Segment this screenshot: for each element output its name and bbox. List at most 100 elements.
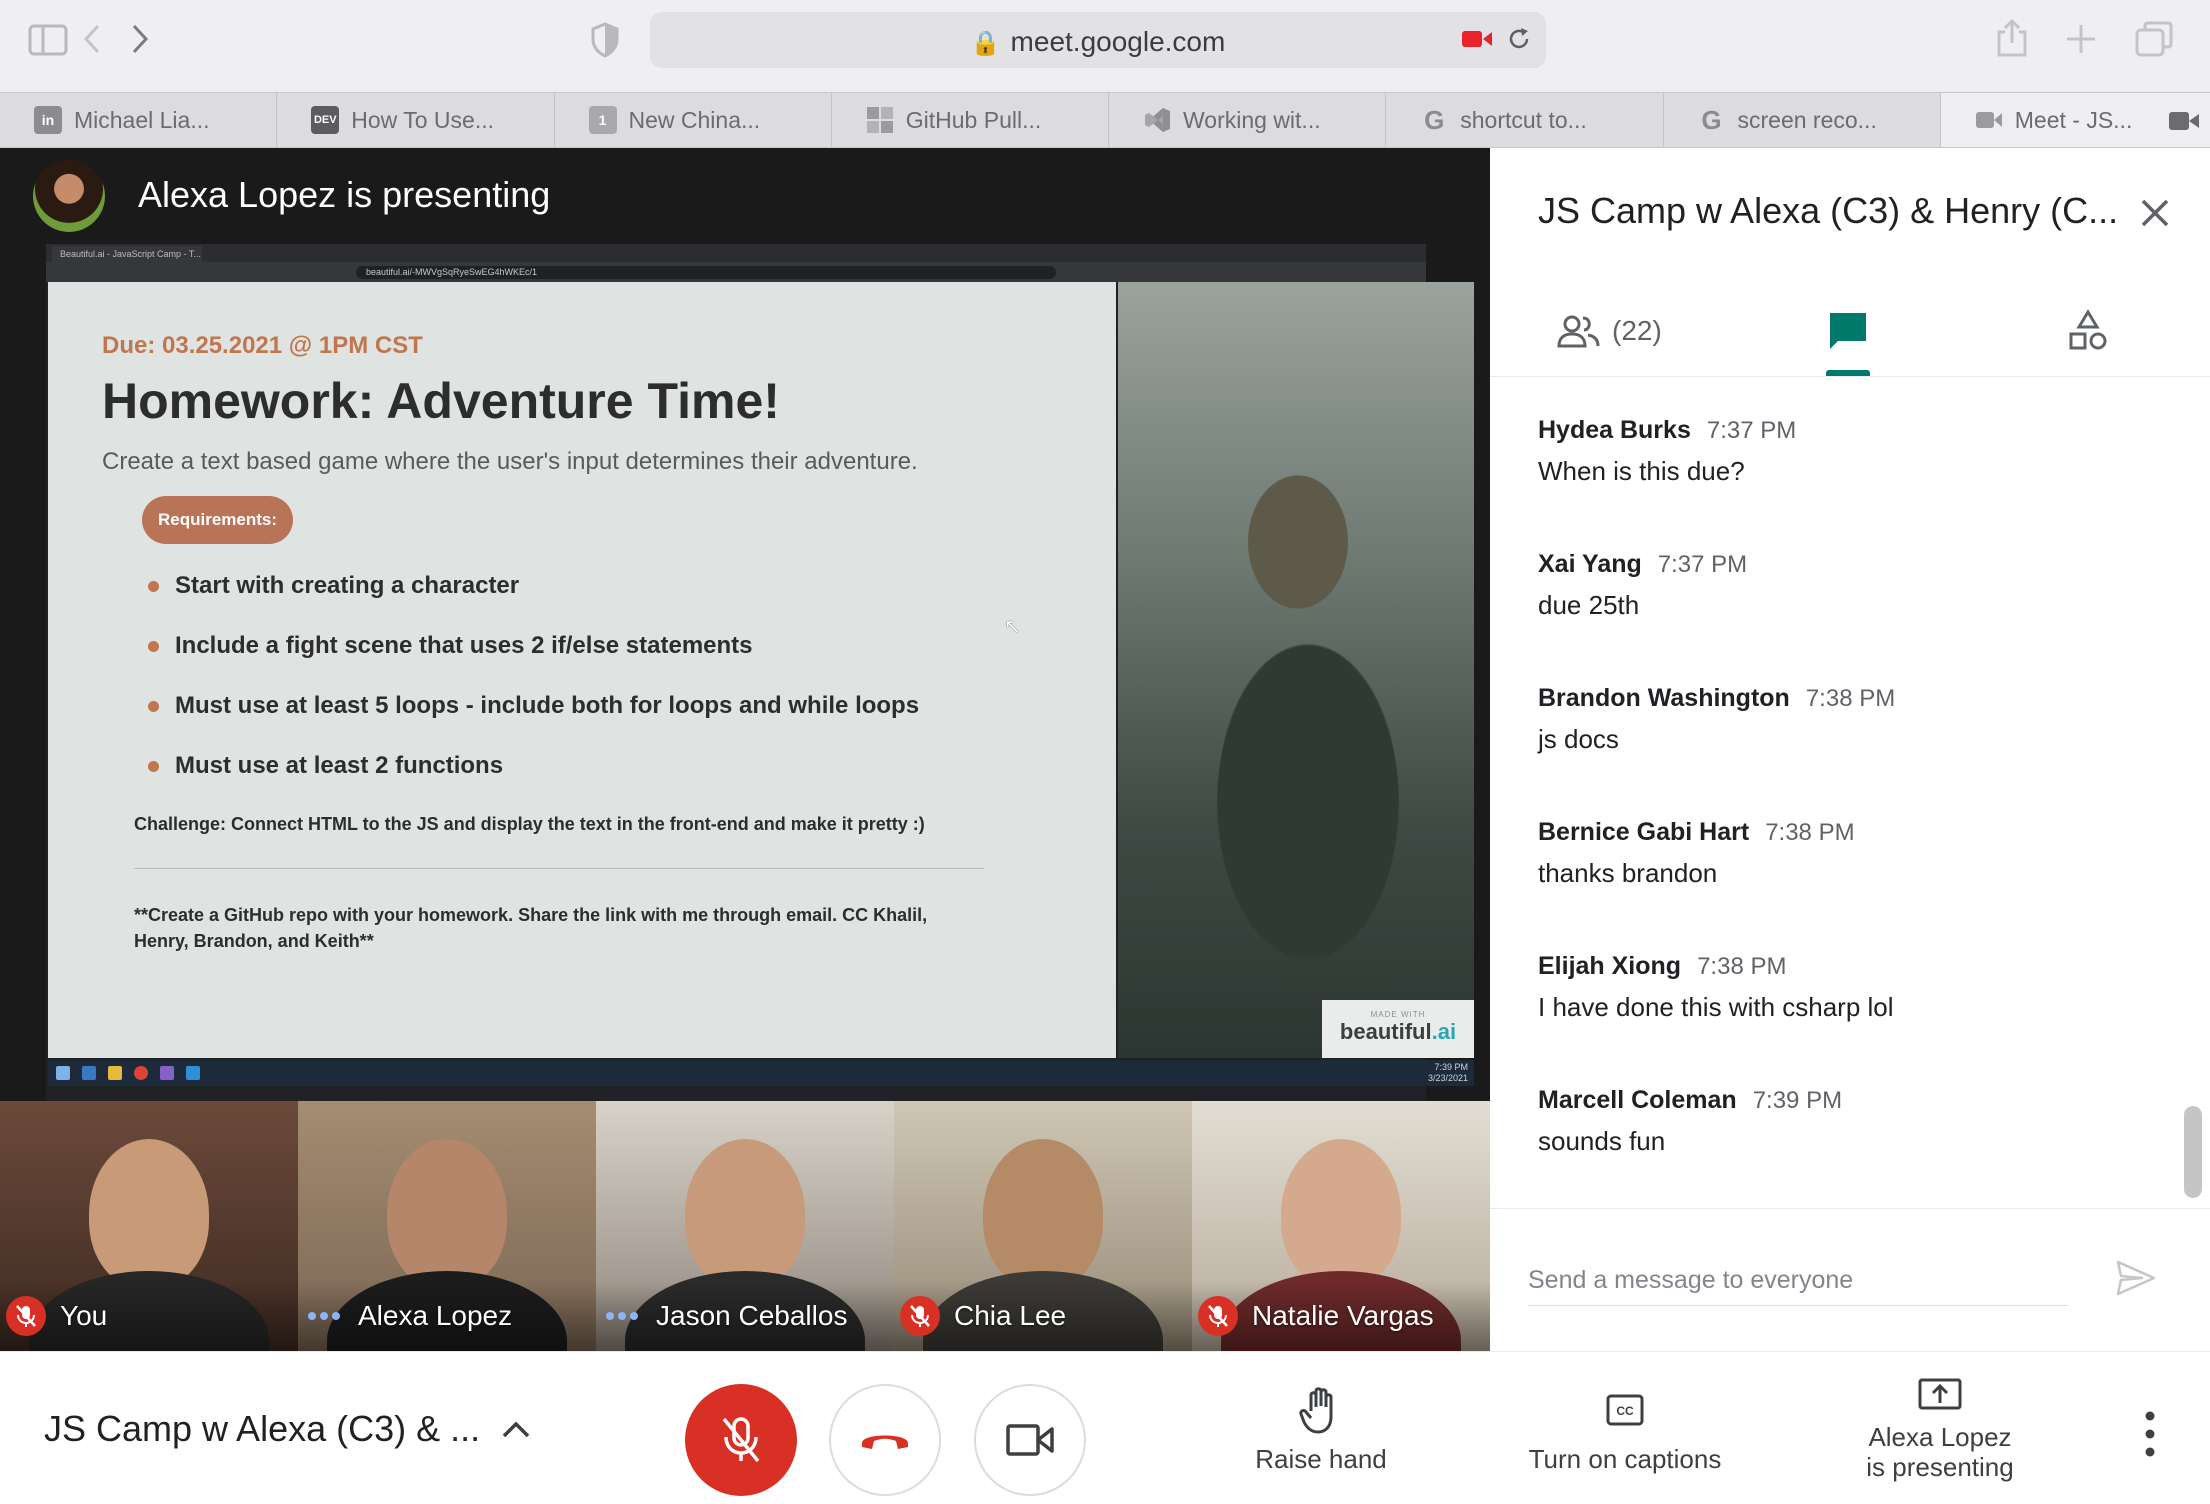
participant-tile[interactable]: Chia Lee	[894, 1101, 1192, 1351]
new-tab-icon[interactable]	[2064, 22, 2098, 56]
camera-indicator-icon	[2169, 112, 2199, 130]
browser-tab[interactable]: DEV How To Use...	[277, 93, 555, 147]
participant-tile[interactable]: Natalie Vargas	[1192, 1101, 1490, 1351]
back-icon[interactable]	[80, 22, 104, 56]
google-icon: G	[1424, 104, 1445, 135]
divider	[134, 868, 984, 869]
slide-challenge: Challenge: Connect HTML to the JS and di…	[134, 814, 925, 834]
privacy-shield-icon[interactable]	[590, 22, 620, 58]
google-icon: G	[1701, 104, 1722, 135]
presenting-label-line2: is presenting	[1866, 1452, 2014, 1482]
bullet-icon	[148, 700, 159, 712]
taskbar-clock: 7:39 PM 3/23/2021	[1427, 1062, 1468, 1083]
panel-title: JS Camp w Alexa (C3) & Henry (C...	[1538, 190, 2119, 231]
browser-tab[interactable]: Gscreen reco...	[1664, 93, 1941, 147]
camera-in-use-icon[interactable]	[1462, 28, 1492, 50]
chat-messages: Hydea Burks 7:37 PM When is this due? Xai…	[1538, 416, 2158, 1220]
chat-scrollbar[interactable]	[2184, 1106, 2202, 1198]
chat-message: Bernice Gabi Hart 7:38 PM thanks brandon	[1538, 818, 2158, 952]
number-badge-icon: 1	[588, 106, 617, 134]
leave-call-button[interactable]	[829, 1384, 941, 1496]
participant-video	[387, 1139, 507, 1289]
reload-icon[interactable]	[1506, 26, 1532, 52]
chevron-up-icon[interactable]	[496, 1410, 536, 1450]
dev-icon: DEV	[311, 106, 340, 134]
presenting-button[interactable]: Alexa Lopez is presenting	[1840, 1374, 2040, 1482]
microphone-toggle-button[interactable]	[685, 1384, 797, 1496]
participant-video	[685, 1139, 805, 1289]
speaking-indicator-icon	[304, 1312, 344, 1320]
people-count: (22)	[1612, 315, 1662, 346]
url-text: meet.google.com	[1010, 26, 1226, 57]
chat-message: Elijah Xiong 7:38 PM I have done this wit…	[1538, 952, 2158, 1086]
browser-tab[interactable]: GitHub Pull...	[832, 93, 1109, 147]
speaking-indicator-icon	[602, 1312, 642, 1320]
address-bar[interactable]: 🔒 meet.google.com	[650, 12, 1546, 68]
message-time: 7:38 PM	[1765, 819, 1855, 846]
browser-tab[interactable]: 1 New China...	[555, 93, 832, 147]
raise-hand-label: Raise hand	[1255, 1444, 1387, 1474]
list-item: Include a fight scene that uses 2 if/els…	[148, 616, 919, 676]
windows-taskbar: 7:39 PM 3/23/2021	[48, 1060, 1474, 1086]
shared-browser-tab: Beautiful.ai - JavaScript Camp - T...	[52, 246, 202, 262]
participant-tile[interactable]: Jason Ceballos	[596, 1101, 894, 1351]
chat-message-input[interactable]: Send a message to everyone	[1528, 1256, 2068, 1306]
send-icon[interactable]	[2112, 1254, 2160, 1302]
presenter-header: Alexa Lopez is presenting	[0, 148, 1490, 242]
presenter-label: Alexa Lopez is presenting	[138, 174, 551, 215]
shared-screen: Beautiful.ai - JavaScript Camp - T... be…	[46, 244, 1474, 1102]
meeting-controls-bar: JS Camp w Alexa (C3) & ... Raise hand CC…	[0, 1351, 2210, 1504]
presentation-stage: Alexa Lopez is presenting Beautiful.ai -…	[0, 148, 1490, 1102]
close-icon[interactable]	[2130, 188, 2180, 238]
tab-activities[interactable]	[2066, 298, 2110, 364]
browser-tab[interactable]: Working wit...	[1109, 93, 1387, 147]
bullet-icon	[148, 580, 159, 592]
participant-tile[interactable]: You	[0, 1101, 298, 1351]
meeting-details-button[interactable]: JS Camp w Alexa (C3) & ...	[44, 1408, 480, 1450]
participant-name: You	[60, 1300, 108, 1331]
camera-toggle-button[interactable]	[974, 1384, 1086, 1496]
vscode-icon	[1143, 106, 1171, 134]
share-icon[interactable]	[1994, 18, 2030, 58]
participant-video	[1281, 1139, 1401, 1289]
list-item: Must use at least 2 functions	[148, 736, 919, 796]
svg-text:CC: CC	[1616, 1404, 1634, 1418]
tab-overview-icon[interactable]	[2134, 20, 2174, 58]
tab-bar: in Michael Lia... DEV How To Use... 1 New C…	[0, 92, 2210, 148]
participant-video	[983, 1139, 1103, 1289]
participant-tile[interactable]: Alexa Lopez	[298, 1101, 596, 1351]
message-sender: Xai Yang	[1538, 550, 1642, 578]
mic-off-icon	[722, 1417, 760, 1463]
forward-icon[interactable]	[128, 22, 152, 56]
participant-name: Jason Ceballos	[656, 1300, 848, 1331]
browser-tab[interactable]: Gshortcut to...	[1386, 93, 1664, 147]
message-text: due 25th	[1538, 590, 1640, 620]
message-sender: Bernice Gabi Hart	[1538, 818, 1750, 846]
captions-button[interactable]: CC Turn on captions	[1510, 1382, 1740, 1475]
divider	[1490, 1208, 2210, 1209]
side-panel: JS Camp w Alexa (C3) & Henry (C... (22) …	[1490, 148, 2210, 1351]
participant-name: Alexa Lopez	[358, 1300, 513, 1331]
message-text: sounds fun	[1538, 1126, 1666, 1156]
sidebar-icon[interactable]	[28, 24, 68, 56]
slide-note: **Create a GitHub repo with your homewor…	[134, 905, 928, 951]
message-time: 7:39 PM	[1752, 1087, 1843, 1114]
chat-icon	[1830, 313, 1866, 349]
browser-tab[interactable]: in Michael Lia...	[0, 93, 278, 147]
tab-chat[interactable]	[1826, 298, 1870, 364]
bullet-icon	[148, 640, 159, 652]
tab-people[interactable]: (22)	[1556, 298, 1662, 364]
mic-off-icon	[900, 1296, 940, 1336]
closed-captions-icon: CC	[1606, 1394, 1644, 1426]
message-sender: Hydea Burks	[1538, 416, 1691, 444]
chat-message: Xai Yang 7:37 PM due 25th	[1538, 550, 2158, 684]
raise-hand-button[interactable]: Raise hand	[1240, 1382, 1402, 1475]
lock-icon: 🔒	[970, 30, 1001, 57]
message-time: 7:38 PM	[1805, 685, 1896, 712]
chat-message: Hydea Burks 7:37 PM When is this due?	[1538, 416, 2158, 550]
message-time: 7:38 PM	[1697, 953, 1787, 980]
more-options-icon[interactable]	[2130, 1406, 2170, 1462]
browser-toolbar: 🔒 meet.google.com	[0, 0, 2210, 92]
visual-studio-icon	[160, 1066, 174, 1080]
requirements-list: Start with creating a character Include …	[148, 556, 919, 796]
